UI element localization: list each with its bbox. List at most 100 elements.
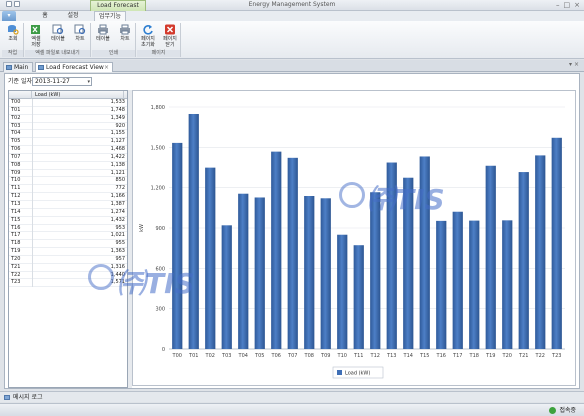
page-close-button[interactable]: 페이지 닫기 (159, 23, 181, 48)
x-tick-label: T04 (238, 353, 248, 359)
bar-T09 (320, 198, 331, 349)
message-log-bar: 메시지 로그 (0, 391, 584, 402)
document-controls[interactable]: ▾ × (569, 61, 579, 68)
bar-T01 (188, 113, 199, 349)
table-row[interactable]: T11 772 (9, 185, 127, 194)
close-button[interactable]: × (574, 1, 580, 9)
table-print-button[interactable]: 테이블 (92, 23, 114, 42)
table-row[interactable]: T23 1,571 (9, 279, 127, 288)
bar-T11 (353, 245, 364, 349)
tab-close-icon[interactable]: × (104, 63, 109, 72)
row-key: T07 (11, 153, 21, 160)
ribbon-group-export: 엑셀 저장 테이블 차트 엑셀 파일로 내보내기 (25, 23, 91, 57)
tab-load-forecast-view[interactable]: Load Forecast View × (35, 62, 113, 72)
table-row[interactable]: T21 1,316 (9, 263, 127, 272)
window-controls: – □ × (556, 1, 580, 9)
row-load-value: 1,021 (110, 232, 125, 239)
row-load-value: 1,138 (110, 161, 125, 168)
load-data-grid: Load (kW) T00 1,533 T01 1,748 T02 1,349 T03 920… (8, 90, 128, 388)
table-row[interactable]: T06 1,468 (9, 146, 127, 155)
excel-save-button[interactable]: 엑셀 저장 (25, 23, 47, 48)
chart-print-button[interactable]: 차트 (114, 23, 136, 42)
x-tick-label: T01 (188, 353, 198, 359)
x-tick-label: T20 (502, 353, 512, 359)
row-load-value: 1,748 (110, 106, 125, 113)
window-title: Energy Management System (248, 1, 336, 8)
row-load-value: 1,127 (110, 138, 125, 145)
y-tick-label: 900 (155, 226, 165, 232)
row-key: T03 (11, 122, 21, 129)
bar-T21 (518, 172, 529, 349)
table-row[interactable]: T09 1,121 (9, 169, 127, 178)
x-tick-label: T09 (320, 353, 330, 359)
table-row[interactable]: T16 953 (9, 224, 127, 233)
bar-T06 (271, 151, 282, 349)
table-row[interactable]: T00 1,533 (9, 99, 127, 107)
column-header-load[interactable]: Load (kW) (35, 91, 60, 99)
table-print-icon (98, 24, 108, 35)
x-tick-label: T05 (254, 353, 264, 359)
row-key: T02 (11, 114, 21, 121)
bar-T20 (502, 220, 513, 349)
row-load-value: 1,387 (110, 200, 125, 207)
date-picker[interactable]: 2013-11-27 ▾ (32, 77, 92, 86)
refresh-icon (143, 25, 153, 35)
row-key: T12 (11, 193, 21, 200)
query-button[interactable]: 조회 (2, 23, 24, 42)
tab-home[interactable]: 홈 (36, 11, 54, 21)
x-tick-label: T22 (535, 353, 545, 359)
table-row[interactable]: T19 1,363 (9, 248, 127, 257)
table-row[interactable]: T10 850 (9, 177, 127, 186)
page-reset-button[interactable]: 페이지 초기화 (137, 23, 159, 48)
tab-settings[interactable]: 설정 (62, 11, 84, 21)
y-tick-label: 300 (155, 307, 165, 313)
row-key: T06 (11, 146, 21, 153)
chart-canvas: 0 300 600 900 1,200 1,500 1,800 kW T00 T01 T02 T03 T… (139, 105, 565, 379)
x-tick-label: T02 (205, 353, 215, 359)
row-key: T11 (11, 185, 21, 192)
bar-T08 (304, 196, 315, 349)
table-row[interactable]: T14 1,274 (9, 208, 127, 217)
row-load-value: 1,422 (110, 153, 125, 160)
table-row[interactable]: T04 1,155 (9, 130, 127, 139)
table-row[interactable]: T22 1,440 (9, 271, 127, 280)
row-key: T15 (11, 216, 21, 223)
row-load-value: 920 (115, 122, 125, 129)
table-row[interactable]: T15 1,432 (9, 216, 127, 225)
table-row[interactable]: T07 1,422 (9, 153, 127, 162)
table-row[interactable]: T02 1,349 (9, 114, 127, 123)
excel-save-icon (31, 25, 40, 34)
table-row[interactable]: T01 1,748 (9, 106, 127, 115)
bar-T22 (535, 155, 546, 349)
message-log-button[interactable]: 메시지 로그 (4, 393, 43, 402)
legend-label: Load (kW) (345, 371, 370, 377)
row-load-value: 1,571 (110, 279, 125, 286)
chevron-down-icon[interactable]: ▾ (87, 78, 90, 86)
bar-T10 (337, 234, 348, 349)
table-row[interactable]: T05 1,127 (9, 138, 127, 147)
x-tick-label: T16 (436, 353, 446, 359)
y-axis-label: kW (139, 224, 145, 232)
ribbon-group-print: 테이블 차트 인쇄 (92, 23, 136, 57)
maximize-button[interactable]: □ (564, 1, 571, 9)
table-row[interactable]: T03 920 (9, 122, 127, 131)
application-menu-button[interactable]: ▾ (2, 11, 16, 21)
row-load-value: 1,166 (110, 193, 125, 200)
row-key: T05 (11, 138, 21, 145)
table-row[interactable]: T17 1,021 (9, 232, 127, 241)
table-row[interactable]: T20 957 (9, 255, 127, 264)
table-row[interactable]: T08 1,138 (9, 161, 127, 170)
row-load-value: 1,349 (110, 114, 125, 121)
table-row[interactable]: T18 955 (9, 240, 127, 249)
table-preview-button[interactable]: 테이블 (47, 23, 69, 42)
row-load-value: 1,440 (110, 271, 125, 278)
table-row[interactable]: T12 1,166 (9, 193, 127, 202)
minimize-button[interactable]: – (556, 1, 560, 9)
row-load-value: 1,363 (110, 248, 125, 255)
tab-main[interactable]: Main (3, 62, 33, 72)
row-load-value: 955 (115, 240, 125, 247)
chart-preview-button[interactable]: 차트 (69, 23, 91, 42)
tab-business-functions[interactable]: 업무기능 (94, 11, 126, 21)
row-key: T04 (11, 130, 21, 137)
table-row[interactable]: T13 1,387 (9, 200, 127, 209)
